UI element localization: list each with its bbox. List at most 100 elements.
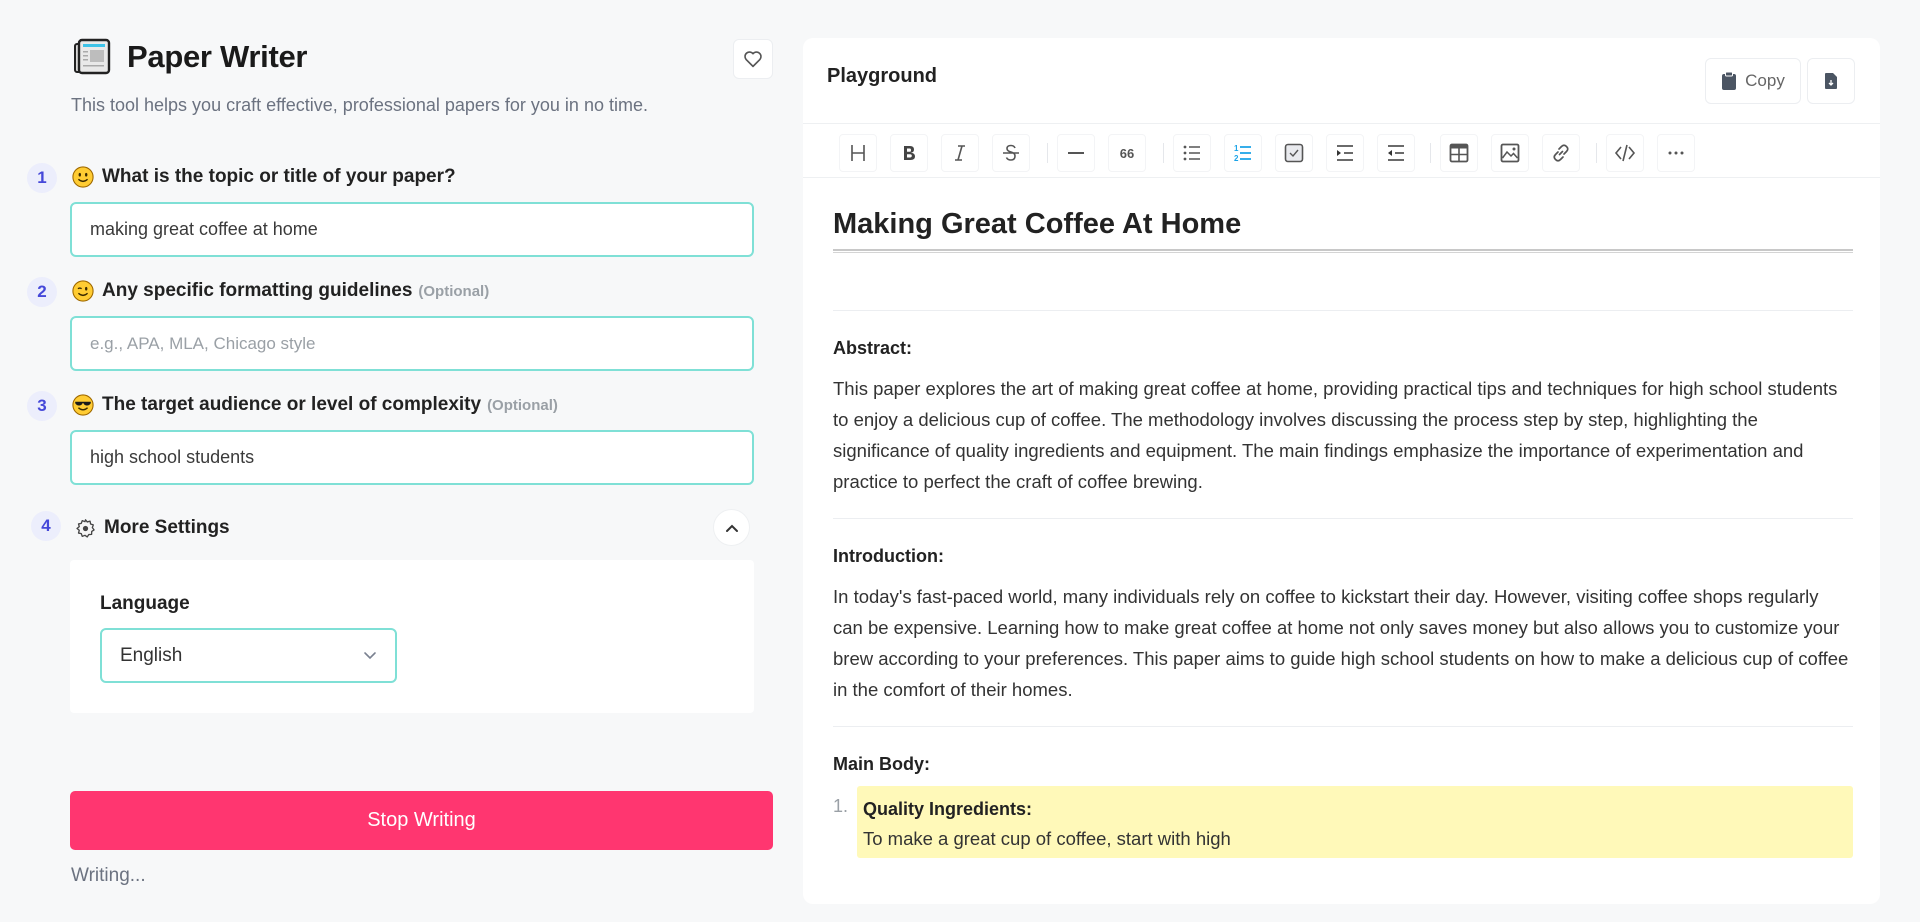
step-label-text: The target audience or level of complexi… bbox=[102, 394, 482, 415]
app-subtitle: This tool helps you craft effective, pro… bbox=[71, 95, 648, 115]
outdent-button[interactable] bbox=[1377, 134, 1415, 172]
audience-input[interactable] bbox=[70, 430, 754, 485]
app-title: Paper Writer bbox=[127, 39, 308, 74]
app-header: Paper Writer bbox=[73, 38, 307, 76]
list-marker: 1. bbox=[833, 796, 849, 816]
step-label-text: Any specific formatting guidelines bbox=[102, 280, 413, 301]
step-label-text: What is the topic or title of your paper… bbox=[102, 166, 456, 187]
language-select[interactable]: English bbox=[100, 628, 397, 683]
link-icon bbox=[1553, 144, 1569, 162]
sunglasses-face-emoji-icon bbox=[72, 394, 94, 416]
step-label: What is the topic or title of your paper… bbox=[72, 166, 456, 188]
step-label: The target audience or level of complexi… bbox=[72, 394, 558, 416]
svg-text:2: 2 bbox=[1234, 154, 1239, 163]
list-item-text: To make a great cup of coffee, start wit… bbox=[863, 828, 1231, 849]
collapse-settings-button[interactable] bbox=[713, 509, 750, 546]
file-download-icon bbox=[1825, 73, 1837, 89]
image-button[interactable] bbox=[1491, 134, 1529, 172]
horizontal-rule-button[interactable] bbox=[1057, 134, 1095, 172]
title-underline bbox=[833, 249, 1853, 253]
more-settings-row[interactable]: 4 More Settings bbox=[0, 507, 790, 547]
link-button[interactable] bbox=[1542, 134, 1580, 172]
bold-icon bbox=[904, 146, 915, 160]
download-button[interactable] bbox=[1807, 58, 1855, 104]
step-number-badge: 2 bbox=[27, 277, 57, 307]
more-settings-label: More Settings bbox=[75, 517, 230, 539]
topic-input[interactable] bbox=[70, 202, 754, 257]
abstract-heading: Abstract: bbox=[833, 338, 913, 358]
step-number-badge: 1 bbox=[27, 163, 57, 193]
playground-title: Playground bbox=[827, 65, 938, 87]
quote-icon: 66 bbox=[1120, 146, 1134, 161]
introduction-text: In today's fast-paced world, many indivi… bbox=[833, 586, 1849, 700]
task-list-button[interactable] bbox=[1275, 134, 1313, 172]
divider bbox=[833, 726, 1853, 727]
settings-card: Language English bbox=[70, 560, 754, 713]
divider bbox=[833, 310, 1853, 311]
horizontal-rule-icon bbox=[1068, 152, 1084, 154]
playground-header: Playground Copy bbox=[803, 38, 1880, 124]
outdent-icon bbox=[1388, 145, 1404, 161]
formatting-input[interactable] bbox=[70, 316, 754, 371]
toolbar-separator bbox=[1163, 143, 1164, 163]
strikethrough-button[interactable] bbox=[992, 134, 1030, 172]
image-icon bbox=[1500, 143, 1520, 163]
ordered-list-icon: 12 bbox=[1234, 144, 1251, 163]
paper-writer-form-panel: Paper Writer This tool helps you craft e… bbox=[0, 0, 790, 922]
strikethrough-icon bbox=[1003, 144, 1019, 161]
code-button[interactable] bbox=[1606, 134, 1644, 172]
stop-writing-button[interactable]: Stop Writing bbox=[70, 791, 773, 850]
step-number-badge: 3 bbox=[27, 391, 57, 421]
copy-label: Copy bbox=[1745, 71, 1785, 90]
toolbar-separator bbox=[1430, 143, 1431, 163]
more-settings-text: More Settings bbox=[104, 517, 230, 538]
abstract-text: This paper explores the art of making gr… bbox=[833, 378, 1838, 492]
more-options-button[interactable] bbox=[1657, 134, 1695, 172]
svg-text:66: 66 bbox=[1120, 146, 1134, 161]
document-title: Making Great Coffee At Home bbox=[833, 208, 1242, 240]
highlighted-list-content: Quality Ingredients: To make a great cup… bbox=[857, 786, 1853, 858]
optional-tag: (Optional) bbox=[487, 396, 558, 414]
newspaper-icon bbox=[73, 38, 111, 76]
table-icon bbox=[1449, 143, 1469, 163]
writing-status: Writing... bbox=[71, 865, 146, 886]
bullet-list-button[interactable] bbox=[1173, 134, 1211, 172]
ordered-list-button[interactable]: 12 bbox=[1224, 134, 1262, 172]
heading-icon bbox=[851, 145, 865, 161]
playground-panel: Playground Copy 66 1 2 Making Great Coff… bbox=[803, 38, 1880, 904]
code-icon bbox=[1614, 144, 1636, 162]
heading-button[interactable] bbox=[839, 134, 877, 172]
gear-icon bbox=[76, 518, 95, 538]
quote-button[interactable]: 66 bbox=[1108, 134, 1146, 172]
heart-icon bbox=[744, 51, 762, 68]
step-number-badge: 4 bbox=[31, 511, 61, 541]
language-label: Language bbox=[100, 593, 190, 614]
italic-icon bbox=[955, 145, 965, 161]
editor-toolbar: 66 12 bbox=[803, 125, 1880, 178]
chevron-down-icon bbox=[364, 652, 376, 660]
italic-button[interactable] bbox=[941, 134, 979, 172]
table-button[interactable] bbox=[1440, 134, 1478, 172]
checkbox-icon bbox=[1284, 143, 1304, 163]
list-item-title: Quality Ingredients: bbox=[863, 799, 1033, 819]
indent-icon bbox=[1337, 145, 1353, 161]
smiling-face-emoji-icon bbox=[72, 166, 94, 188]
bullet-list-icon bbox=[1183, 145, 1200, 161]
toolbar-separator bbox=[1596, 143, 1597, 163]
introduction-heading: Introduction: bbox=[833, 546, 944, 566]
svg-text:1: 1 bbox=[1234, 144, 1239, 153]
divider bbox=[833, 518, 1853, 519]
indent-button[interactable] bbox=[1326, 134, 1364, 172]
chevron-up-icon bbox=[725, 524, 738, 532]
more-icon bbox=[1668, 151, 1684, 155]
clipboard-icon bbox=[1722, 71, 1737, 90]
winking-face-emoji-icon bbox=[72, 280, 94, 302]
main-body-heading: Main Body: bbox=[833, 754, 930, 774]
copy-button[interactable]: Copy bbox=[1705, 58, 1801, 104]
language-selected-value: English bbox=[120, 644, 183, 666]
bold-button[interactable] bbox=[890, 134, 928, 172]
step-label: Any specific formatting guidelines (Opti… bbox=[72, 280, 489, 302]
optional-tag: (Optional) bbox=[418, 282, 490, 300]
favorite-button[interactable] bbox=[733, 39, 773, 79]
toolbar-separator bbox=[1047, 143, 1048, 163]
